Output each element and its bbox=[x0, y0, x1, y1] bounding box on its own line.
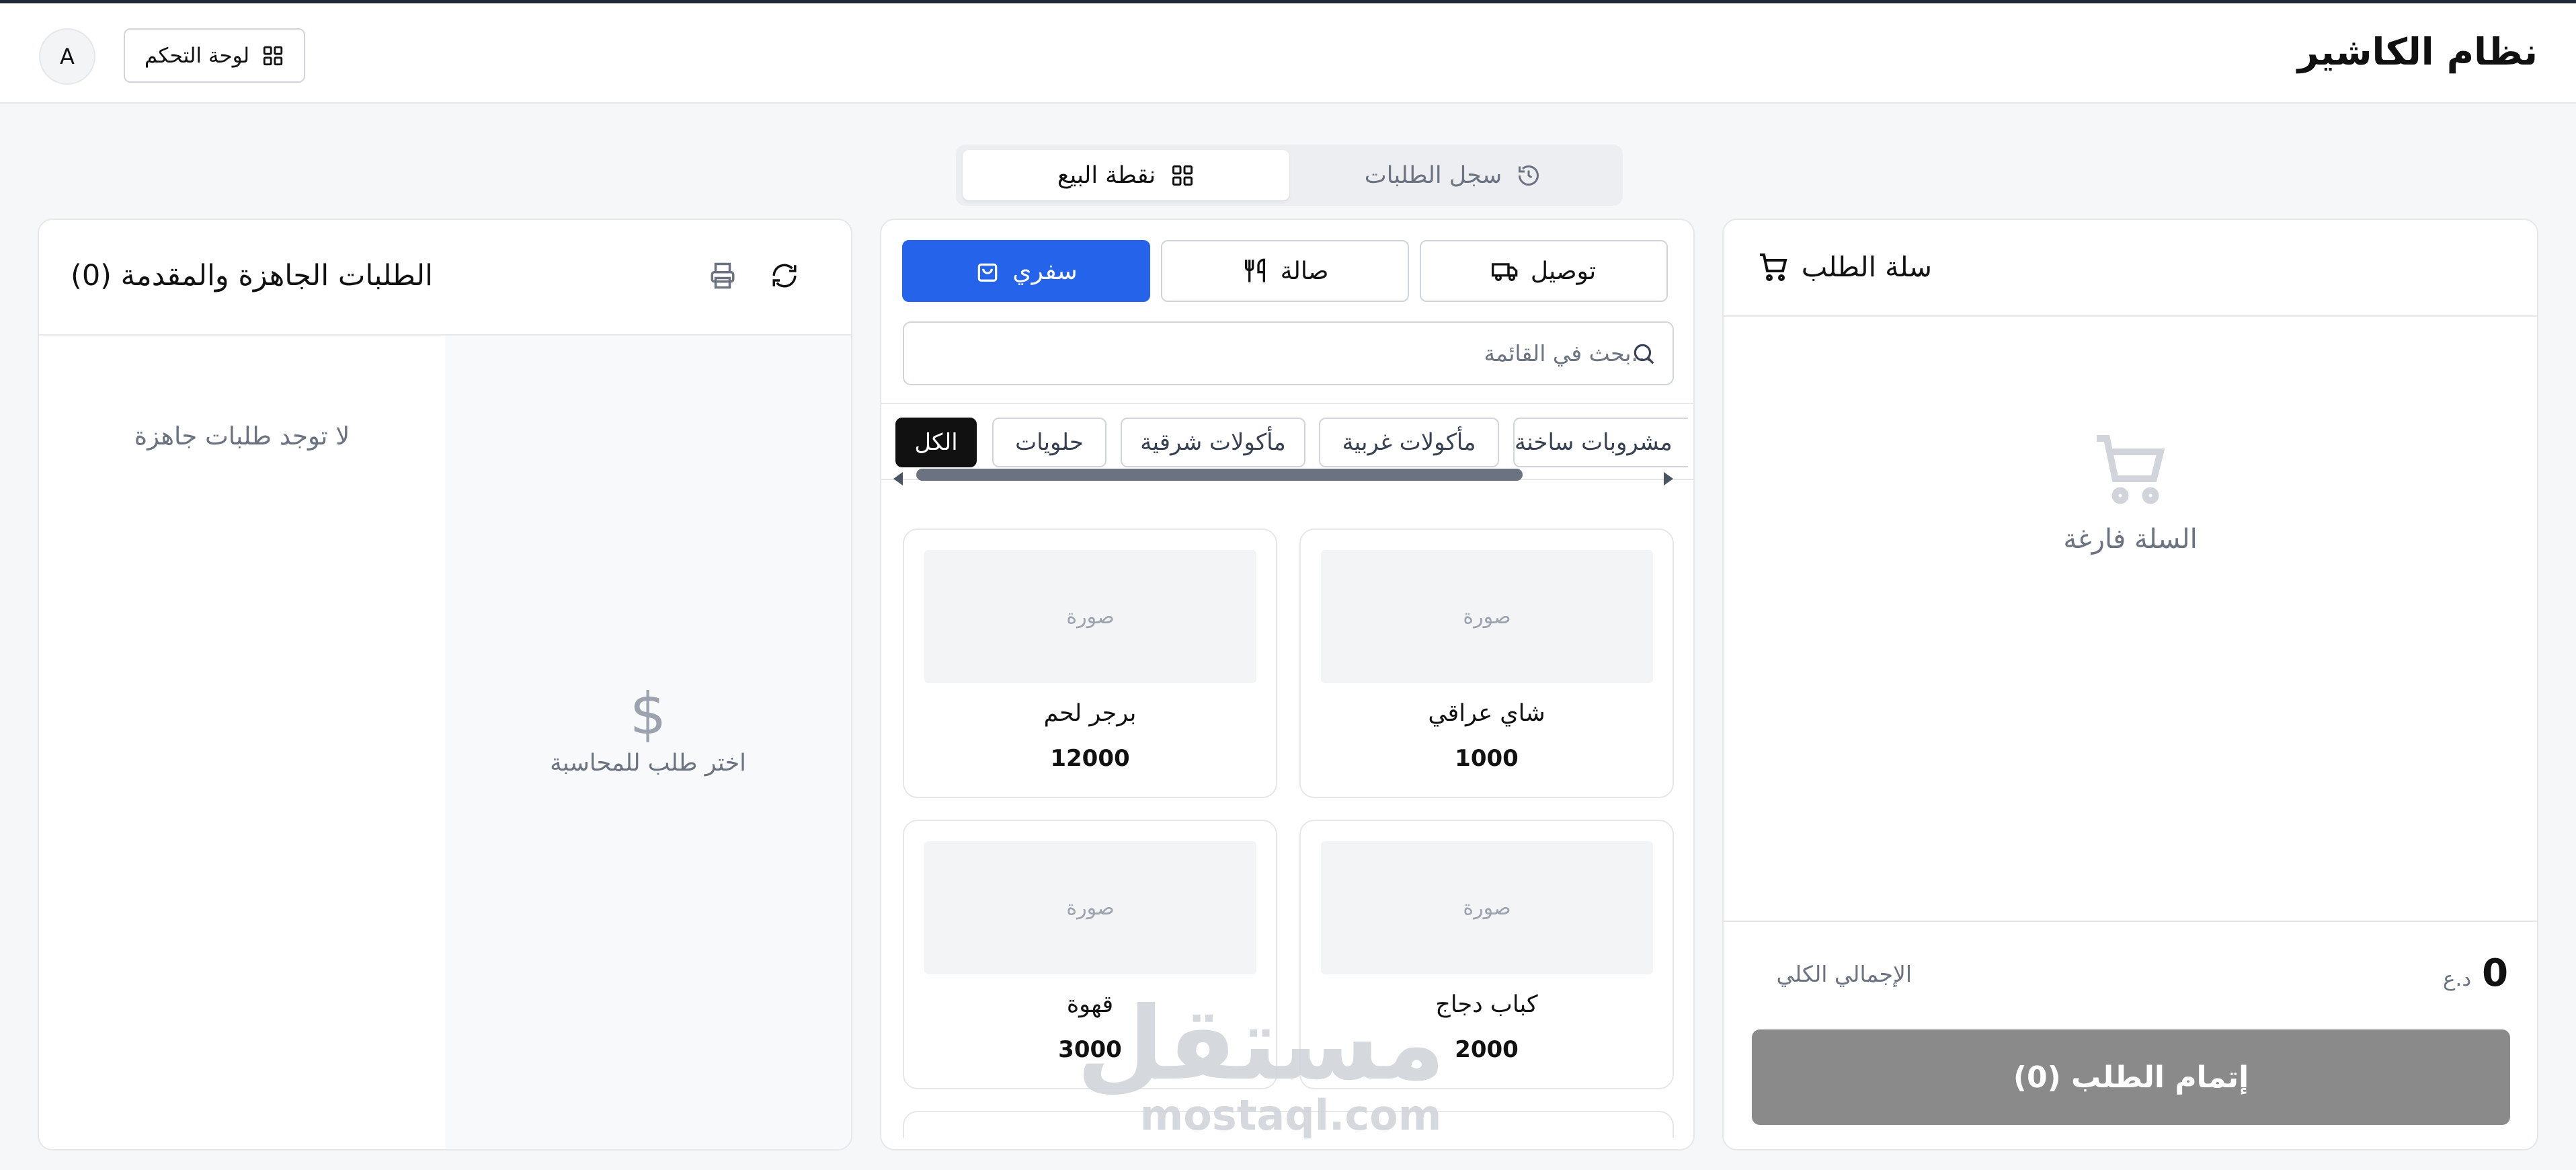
product-price: 1000 bbox=[1455, 745, 1519, 772]
avatar[interactable]: A bbox=[39, 28, 95, 85]
tab-pos-label: نقطة البيع bbox=[1057, 161, 1156, 189]
product-image-placeholder: صورة bbox=[924, 841, 1256, 974]
product-image-placeholder: صورة bbox=[1321, 841, 1653, 974]
order-type-takeaway[interactable]: سفري bbox=[902, 240, 1150, 302]
tab-history-label: سجل الطلبات bbox=[1364, 161, 1502, 189]
app-title: نظام الكاشير bbox=[2297, 30, 2538, 73]
grid-icon bbox=[261, 44, 284, 67]
shopping-bag-icon bbox=[975, 258, 1000, 284]
search-icon bbox=[1631, 341, 1656, 366]
grid-icon bbox=[1170, 163, 1195, 188]
total-amount: 0 bbox=[2482, 951, 2509, 995]
empty-cart-icon bbox=[1724, 428, 2537, 509]
cart-title-label: سلة الطلب bbox=[1801, 251, 1932, 283]
mode-tabs: نقطة البيع سجل الطلبات bbox=[956, 145, 1623, 206]
order-type-delivery-label: توصيل bbox=[1530, 257, 1597, 285]
currency-label: د.ع bbox=[2443, 967, 2472, 991]
checkout-button[interactable]: إتمام الطلب (0) bbox=[1752, 1029, 2510, 1125]
utensils-icon bbox=[1242, 258, 1269, 284]
total-value: 0 د.ع bbox=[2443, 951, 2508, 995]
select-order-prompt: $ اختر طلب للمحاسبة bbox=[445, 685, 851, 777]
product-price: 12000 bbox=[1050, 745, 1130, 772]
watermark-latin: mostaql.com bbox=[1139, 1091, 1442, 1140]
product-image-placeholder: صورة bbox=[1321, 550, 1653, 683]
category-western-food[interactable]: مأكولات غربية bbox=[1319, 418, 1499, 467]
tab-history[interactable]: سجل الطلبات bbox=[1289, 150, 1616, 200]
cart-panel: سلة الطلب السلة فارغة الإجمالي الكلي 0 د… bbox=[1722, 219, 2538, 1150]
dashboard-label: لوحة التحكم bbox=[144, 43, 250, 68]
cart-header: سلة الطلب bbox=[1724, 220, 2537, 317]
cart-empty-text: السلة فارغة bbox=[2063, 524, 2198, 555]
truck-icon bbox=[1491, 258, 1519, 284]
history-icon bbox=[1517, 163, 1541, 188]
dollar-icon: $ bbox=[629, 680, 667, 748]
orders-actions bbox=[709, 262, 799, 290]
orders-panel: الطلبات الجاهزة والمقدمة (0) لا توجد طلب… bbox=[38, 219, 852, 1150]
order-detail-area: $ اختر طلب للمحاسبة bbox=[445, 336, 851, 1149]
cart-icon bbox=[1757, 251, 1789, 283]
ready-orders-list: لا توجد طلبات جاهزة bbox=[39, 336, 445, 1149]
search-box bbox=[903, 321, 1674, 385]
category-sweets[interactable]: حلويات bbox=[992, 418, 1106, 467]
cart-title: سلة الطلب bbox=[1757, 251, 1932, 283]
orders-header: الطلبات الجاهزة والمقدمة (0) bbox=[39, 220, 851, 336]
category-hot-drinks[interactable]: مشروبات ساخنة bbox=[1513, 418, 1688, 467]
category-eastern-food[interactable]: مأكولات شرقية bbox=[1121, 418, 1305, 467]
order-type-dine-in-label: صالة bbox=[1280, 257, 1329, 285]
product-name: برجر لحم bbox=[1043, 700, 1137, 727]
select-order-text: اختر طلب للمحاسبة bbox=[550, 750, 746, 777]
product-card[interactable]: صورة برجر لحم 12000 bbox=[903, 529, 1277, 798]
mostaql-watermark: مستقل mostaql.com bbox=[1076, 986, 1445, 1140]
horizontal-scrollbar[interactable] bbox=[916, 469, 1523, 481]
scroll-right-arrow[interactable] bbox=[1664, 472, 1673, 485]
no-orders-text: لا توجد طلبات جاهزة bbox=[134, 422, 350, 451]
refresh-icon[interactable] bbox=[770, 262, 799, 290]
scroll-left-arrow[interactable] bbox=[893, 472, 903, 485]
search-input[interactable] bbox=[904, 323, 1673, 384]
category-all[interactable]: الكل bbox=[895, 418, 977, 467]
product-image-placeholder: صورة bbox=[924, 550, 1256, 683]
order-type-takeaway-label: سفري bbox=[1012, 257, 1078, 285]
cart-empty-state: السلة فارغة bbox=[1724, 428, 2537, 555]
tab-pos[interactable]: نقطة البيع bbox=[963, 150, 1289, 200]
watermark-arabic: مستقل bbox=[1076, 986, 1445, 1103]
top-bar: نظام الكاشير A لوحة التحكم bbox=[0, 0, 2576, 104]
print-icon[interactable] bbox=[709, 262, 737, 290]
orders-title: الطلبات الجاهزة والمقدمة (0) bbox=[71, 259, 433, 292]
dashboard-button[interactable]: لوحة التحكم bbox=[124, 28, 305, 83]
total-label: الإجمالي الكلي bbox=[1776, 961, 1912, 987]
avatar-initial: A bbox=[60, 44, 75, 69]
order-type-delivery[interactable]: توصيل bbox=[1420, 240, 1668, 302]
product-name: شاي عراقي bbox=[1428, 700, 1545, 727]
cart-footer: الإجمالي الكلي 0 د.ع إتمام الطلب (0) bbox=[1724, 921, 2537, 1149]
order-type-dine-in[interactable]: صالة bbox=[1161, 240, 1409, 302]
product-card[interactable]: صورة شاي عراقي 1000 bbox=[1299, 529, 1674, 798]
category-bar: الكل حلويات مأكولات شرقية مأكولات غربية … bbox=[881, 403, 1693, 485]
